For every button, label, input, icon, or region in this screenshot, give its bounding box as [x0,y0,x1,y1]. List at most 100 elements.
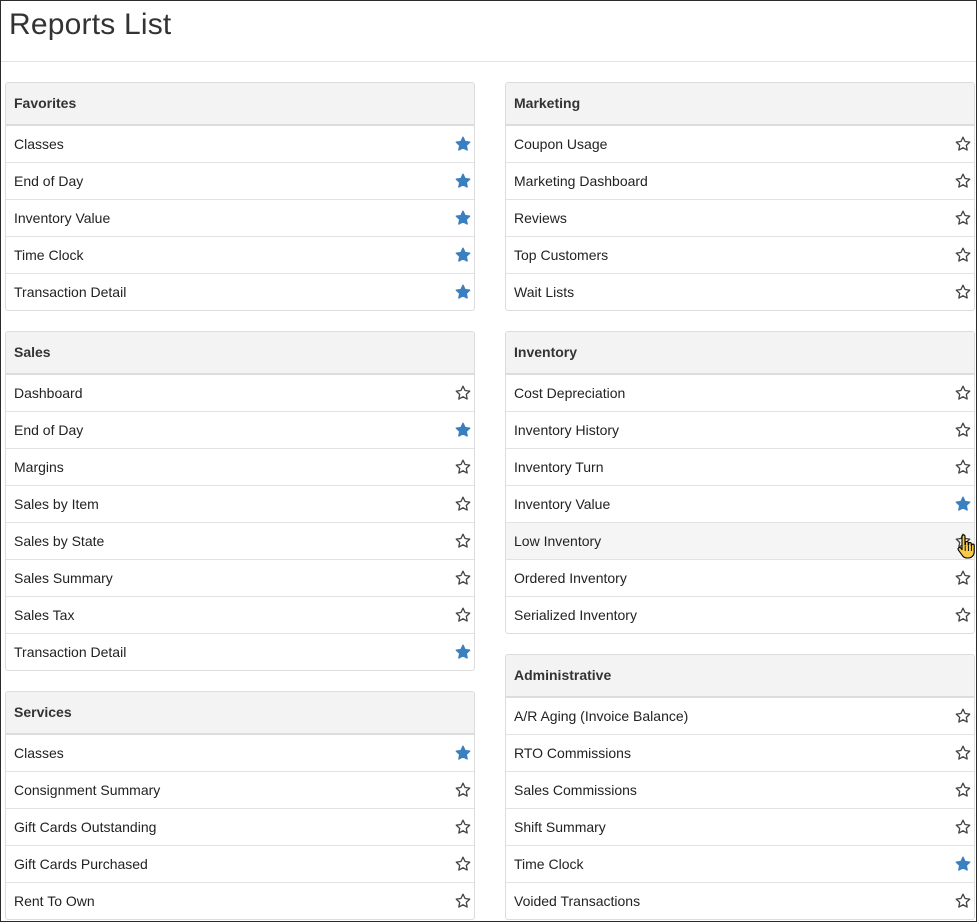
panel-favorites: Favorites Classes End of Day Inventory Val… [5,82,475,311]
report-link-consignment-summary[interactable]: Consignment Summary [6,771,474,808]
star-outline-icon[interactable] [955,607,971,623]
report-link-marketing-dashboard[interactable]: Marketing Dashboard [506,162,974,199]
report-link-label: Serialized Inventory [514,607,637,623]
report-link-label: Rent To Own [14,893,95,909]
report-link-label: Classes [14,745,64,761]
report-link-label: Low Inventory [514,533,602,549]
report-link-sales-by-state[interactable]: Sales by State [6,522,474,559]
star-outline-icon[interactable] [955,570,971,586]
report-link-sales-summary[interactable]: Sales Summary [6,559,474,596]
panel-heading: Favorites [6,83,474,126]
star-filled-icon[interactable] [455,644,471,660]
report-link-rent-to-own[interactable]: Rent To Own [6,882,474,919]
report-link-time-clock[interactable]: Time Clock [6,236,474,273]
star-filled-icon[interactable] [455,210,471,226]
report-link-classes[interactable]: Classes [6,126,474,162]
report-link-shift-summary[interactable]: Shift Summary [506,808,974,845]
report-link-serialized-inventory[interactable]: Serialized Inventory [506,596,974,633]
panel-heading: Marketing [506,83,974,126]
star-outline-icon[interactable] [455,819,471,835]
star-outline-icon[interactable] [455,893,471,909]
report-link-label: Top Customers [514,247,609,263]
report-link-sales-by-item[interactable]: Sales by Item [6,485,474,522]
report-link-time-clock[interactable]: Time Clock [506,845,974,882]
report-link-low-inventory[interactable]: Low Inventory [506,522,974,559]
star-outline-icon[interactable] [955,385,971,401]
report-link-dashboard[interactable]: Dashboard [6,375,474,411]
report-link-inventory-value[interactable]: Inventory Value [6,199,474,236]
report-link-voided-transactions[interactable]: Voided Transactions [506,882,974,919]
report-link-sales-tax[interactable]: Sales Tax [6,596,474,633]
star-outline-icon[interactable] [455,856,471,872]
panel-sales: Sales Dashboard End of Day Margins Sales by… [5,331,475,671]
report-link-label: Sales Tax [14,607,75,623]
report-link-cost-depreciation[interactable]: Cost Depreciation [506,375,974,411]
report-link-label: Consignment Summary [14,782,161,798]
star-filled-icon[interactable] [455,422,471,438]
star-outline-icon[interactable] [455,533,471,549]
star-outline-icon[interactable] [455,459,471,475]
report-link-label: Gift Cards Outstanding [14,819,157,835]
report-link-end-of-day[interactable]: End of Day [6,162,474,199]
panel-marketing: Marketing Coupon Usage Marketing Dashboar… [505,82,975,311]
star-filled-icon[interactable] [455,173,471,189]
star-outline-icon[interactable] [955,745,971,761]
report-link-label: Cost Depreciation [514,385,626,401]
report-link-label: Sales by State [14,533,105,549]
report-link-transaction-detail[interactable]: Transaction Detail [6,633,474,670]
star-outline-icon[interactable] [955,136,971,152]
report-link-classes[interactable]: Classes [6,735,474,771]
report-link-coupon-usage[interactable]: Coupon Usage [506,126,974,162]
report-link-inventory-history[interactable]: Inventory History [506,411,974,448]
report-link-label: A/R Aging (Invoice Balance) [514,708,689,724]
report-link-label: Inventory Value [14,210,111,226]
report-link-a-r-aging-invoice-balance[interactable]: A/R Aging (Invoice Balance) [506,698,974,734]
star-outline-icon[interactable] [455,782,471,798]
report-link-label: Inventory History [514,422,620,438]
star-outline-icon[interactable] [955,459,971,475]
right-column: Marketing Coupon Usage Marketing Dashboar… [505,82,975,921]
report-link-gift-cards-purchased[interactable]: Gift Cards Purchased [6,845,474,882]
star-outline-icon[interactable] [955,284,971,300]
title-divider [1,61,976,62]
report-link-reviews[interactable]: Reviews [506,199,974,236]
report-link-wait-lists[interactable]: Wait Lists [506,273,974,310]
report-link-label: End of Day [14,173,84,189]
report-link-label: Wait Lists [514,284,575,300]
star-outline-icon[interactable] [455,385,471,401]
report-link-margins[interactable]: Margins [6,448,474,485]
star-outline-icon[interactable] [955,210,971,226]
star-filled-icon[interactable] [455,745,471,761]
report-link-label: Shift Summary [514,819,606,835]
star-outline-icon[interactable] [955,533,971,549]
star-filled-icon[interactable] [455,136,471,152]
star-outline-icon[interactable] [455,607,471,623]
star-outline-icon[interactable] [955,247,971,263]
report-link-label: Margins [14,459,64,475]
report-link-sales-commissions[interactable]: Sales Commissions [506,771,974,808]
star-outline-icon[interactable] [955,173,971,189]
star-outline-icon[interactable] [455,496,471,512]
star-filled-icon[interactable] [955,496,971,512]
report-link-label: Gift Cards Purchased [14,856,148,872]
star-outline-icon[interactable] [455,570,471,586]
report-link-label: Coupon Usage [514,136,608,152]
report-link-transaction-detail[interactable]: Transaction Detail [6,273,474,310]
report-link-label: Time Clock [14,247,84,263]
star-outline-icon[interactable] [955,893,971,909]
report-link-top-customers[interactable]: Top Customers [506,236,974,273]
star-filled-icon[interactable] [955,856,971,872]
star-filled-icon[interactable] [455,247,471,263]
report-link-inventory-value[interactable]: Inventory Value [506,485,974,522]
report-link-label: Inventory Turn [514,459,604,475]
report-link-rto-commissions[interactable]: RTO Commissions [506,734,974,771]
star-filled-icon[interactable] [455,284,471,300]
star-outline-icon[interactable] [955,819,971,835]
star-outline-icon[interactable] [955,782,971,798]
report-link-ordered-inventory[interactable]: Ordered Inventory [506,559,974,596]
report-link-inventory-turn[interactable]: Inventory Turn [506,448,974,485]
star-outline-icon[interactable] [955,708,971,724]
star-outline-icon[interactable] [955,422,971,438]
report-link-end-of-day[interactable]: End of Day [6,411,474,448]
report-link-gift-cards-outstanding[interactable]: Gift Cards Outstanding [6,808,474,845]
